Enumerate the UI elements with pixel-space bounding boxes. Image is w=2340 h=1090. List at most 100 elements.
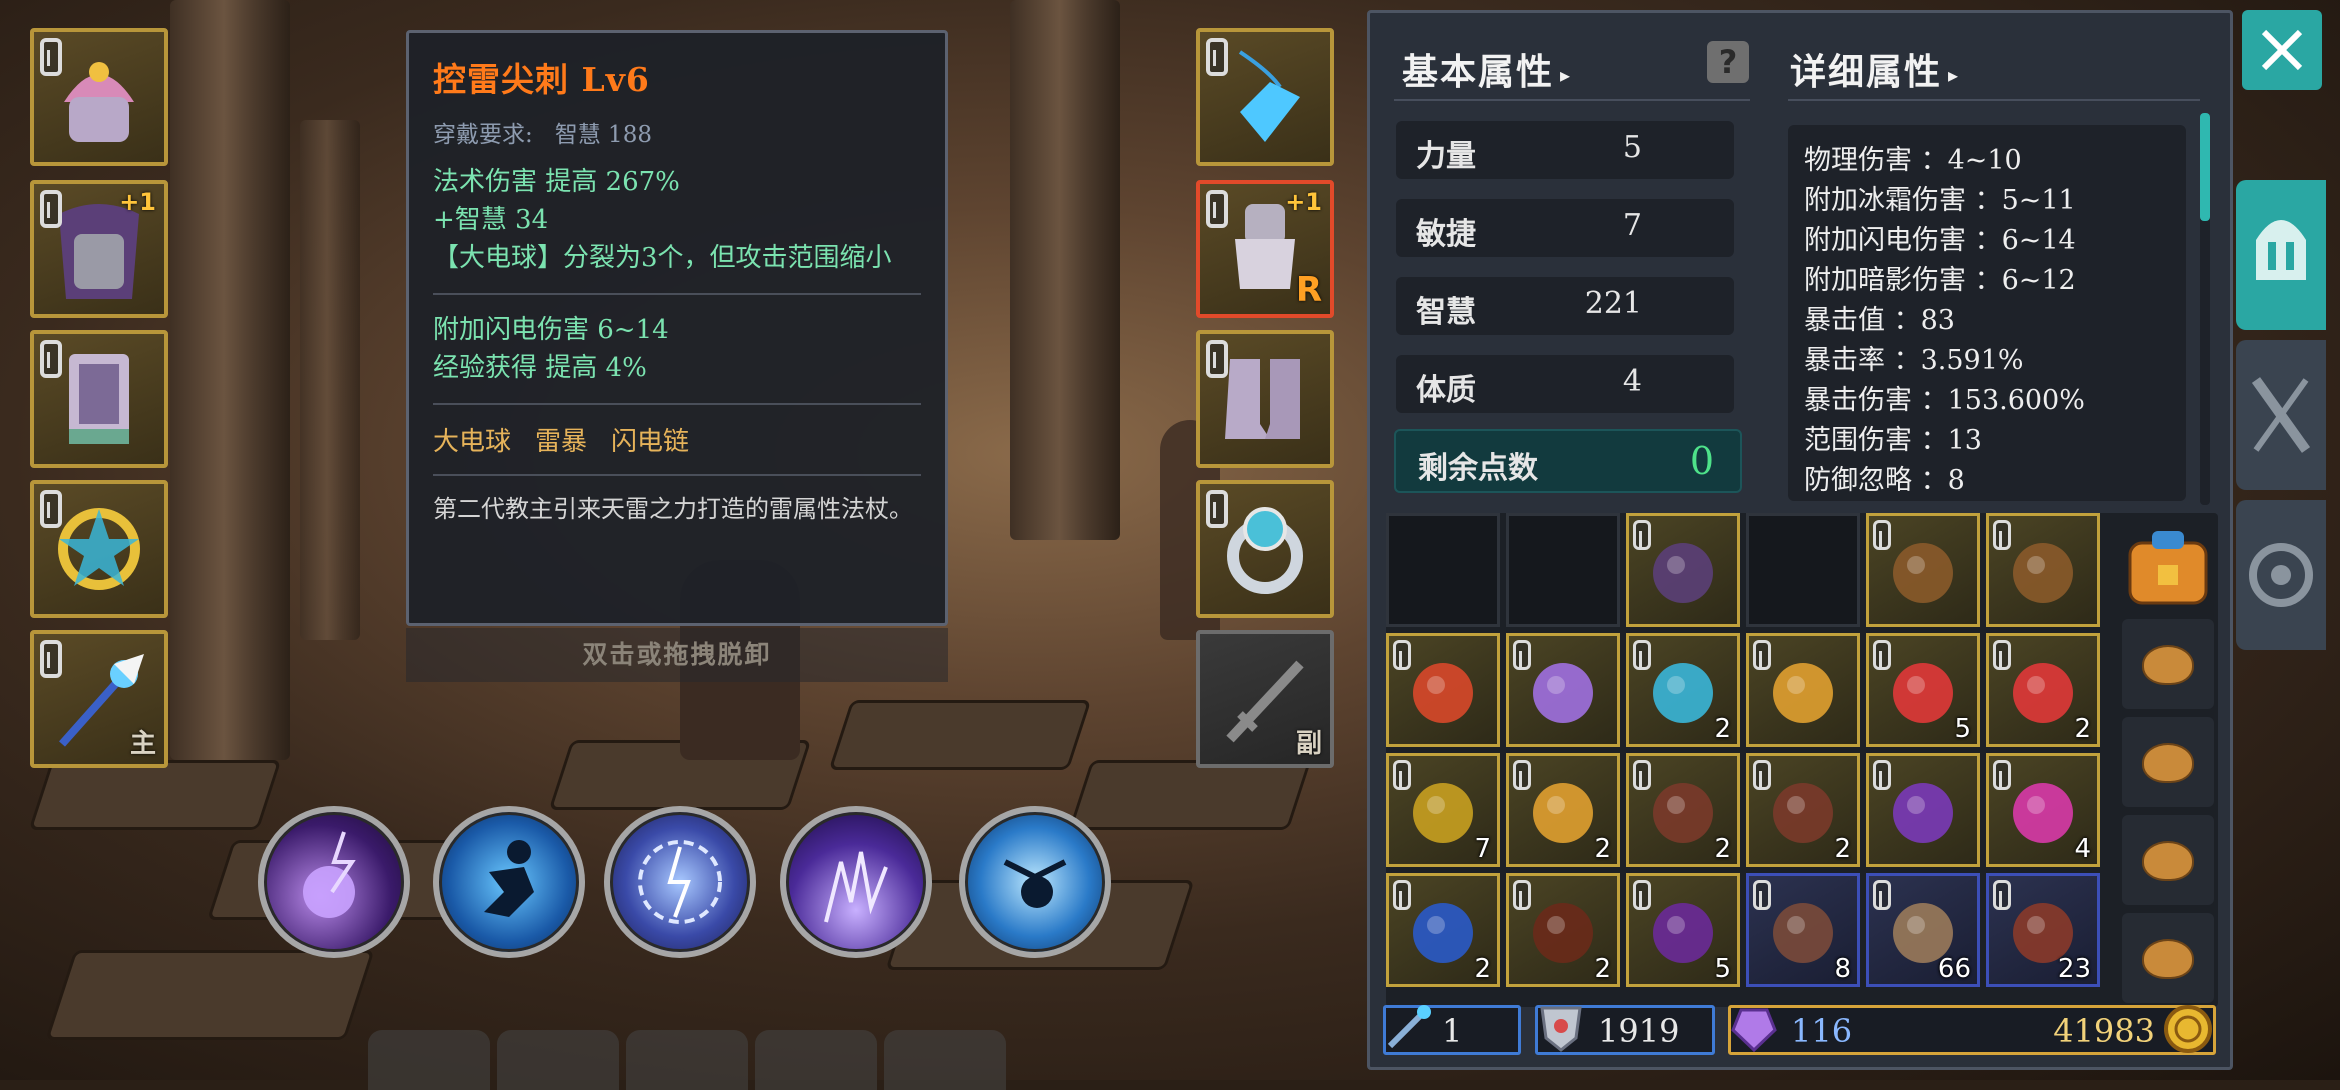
equip-slot-cloak[interactable]: +1 (30, 180, 168, 318)
equip-slot-gloves[interactable]: +1 R (1196, 180, 1334, 318)
lock-icon (1206, 38, 1228, 76)
bag-slot[interactable] (2122, 913, 2214, 1003)
rarity-tag: R (1295, 270, 1322, 310)
item-tooltip: 控雷尖刺 Lv6 穿戴要求: 智慧 188 法术伤害 提高 267% +智慧 34… (406, 30, 948, 626)
item-count: 2 (1714, 714, 1731, 744)
tab-equipment[interactable] (2236, 180, 2326, 330)
equip-slot-ring[interactable] (1196, 480, 1334, 618)
dash-icon (484, 840, 534, 917)
bottom-tab[interactable] (626, 1030, 748, 1090)
inventory-slot[interactable]: 2 (1386, 873, 1500, 987)
skill-lightning-orb[interactable] (258, 806, 410, 958)
detail-line: 防御忽略 ：8 (1804, 465, 1965, 496)
inventory-slot[interactable] (1746, 633, 1860, 747)
lock-icon (1633, 520, 1651, 550)
shield-currency: 1919 (1535, 1005, 1715, 1055)
purple-gem-icon (1533, 663, 1593, 723)
free-points-label: 剩余点数 (1418, 451, 1538, 486)
bottom-tab[interactable] (368, 1030, 490, 1090)
inventory-slot[interactable] (1866, 513, 1980, 627)
skill-chain-lightning[interactable] (780, 806, 932, 958)
tab-basic-attributes[interactable]: 基本属性 ▸ (1402, 43, 1572, 95)
bottom-tab[interactable] (755, 1030, 877, 1090)
wand-count: 1 (1442, 1012, 1463, 1050)
inventory-slot[interactable] (1506, 633, 1620, 747)
gem-gold-currency: 116 41983 (1728, 1005, 2216, 1055)
settings-icon (2249, 543, 2313, 607)
character-panel: 基本属性 ▸ ? 详细属性 ▸ 力量 5 敏捷 7 智慧 221 体质 4 剩余点数… (1367, 10, 2233, 1070)
inventory-slot[interactable] (1866, 753, 1980, 867)
item-stat-line: 【大电球】分裂为3个，但攻击范围缩小 (433, 243, 892, 273)
tab-weapons[interactable] (2236, 340, 2326, 490)
inventory-slot[interactable]: 5 (1626, 873, 1740, 987)
skill-dash[interactable] (433, 806, 585, 958)
equip-slot-off-hand[interactable]: 副 (1196, 630, 1334, 768)
item-skill-list: 大电球 雷暴 闪电链 (433, 421, 921, 458)
bag-slot[interactable] (2122, 815, 2214, 905)
lightning-orb-icon (303, 831, 356, 918)
inventory-slot[interactable]: 2 (1986, 633, 2100, 747)
stat-value: 221 (1584, 286, 1642, 321)
tab-detailed-attributes[interactable]: 详细属性 ▸ (1790, 43, 1960, 95)
chain-lightning-icon (824, 851, 888, 923)
inventory-slot[interactable]: 2 (1626, 753, 1740, 867)
inventory-slot[interactable]: 2 (1506, 873, 1620, 987)
inventory-slot[interactable]: 23 (1986, 873, 2100, 987)
shield-count: 1919 (1598, 1012, 1680, 1050)
tab-settings[interactable] (2236, 500, 2326, 650)
inventory-slot[interactable]: 2 (1506, 753, 1620, 867)
skill-teleport[interactable] (959, 806, 1111, 958)
bottom-tab[interactable] (884, 1030, 1006, 1090)
equip-slot-main-weapon[interactable]: 主 (30, 630, 168, 768)
inventory-slot[interactable]: 2 (1746, 753, 1860, 867)
cloak-icon (1653, 543, 1713, 603)
detail-line: 物理伤害 ：4~10 (1804, 145, 2022, 176)
bottom-tab[interactable] (497, 1030, 619, 1090)
backpack-icon (2128, 531, 2208, 605)
equip-slot-boots[interactable] (1196, 330, 1334, 468)
stat-value: 4 (1622, 364, 1642, 399)
inventory-slot[interactable]: 8 (1746, 873, 1860, 987)
item-count: 2 (1594, 834, 1611, 864)
inventory-slot[interactable]: 5 (1866, 633, 1980, 747)
equip-slot-necklace[interactable] (1196, 28, 1334, 166)
pouch-icon (2142, 939, 2194, 979)
equip-slot-amulet[interactable] (30, 480, 168, 618)
bag-slot[interactable] (2122, 619, 2214, 709)
help-button[interactable]: ? (1707, 41, 1749, 83)
inventory-slot[interactable] (1626, 513, 1740, 627)
inventory-slot[interactable] (1986, 513, 2100, 627)
inventory-slot[interactable]: 66 (1866, 873, 1980, 987)
thunder-storm-icon (638, 840, 722, 924)
lock-icon (40, 340, 62, 378)
item-count: 2 (1834, 834, 1851, 864)
inventory-slot-empty[interactable] (1746, 513, 1860, 627)
inventory-slot[interactable]: 4 (1986, 753, 2100, 867)
detailed-attributes-list[interactable]: 物理伤害 ：4~10 附加冰霜伤害 ：5~11 附加闪电伤害 ：6~14 附加暗… (1788, 125, 2186, 501)
inventory-grid: 2 5 2 7 2 2 2 4 2 2 5 8 66 23 (1386, 513, 2218, 1007)
floor-tile (1068, 760, 1312, 830)
lock-icon (1753, 640, 1771, 670)
divider (433, 293, 921, 295)
inventory-slot[interactable]: 2 (1626, 633, 1740, 747)
lock-icon (1513, 760, 1531, 790)
backpack-button[interactable] (2122, 521, 2214, 611)
detail-line: 暴击率 ：3.591% (1804, 345, 2024, 376)
scrollbar-thumb[interactable] (2200, 113, 2210, 221)
lock-icon (1633, 880, 1651, 910)
inventory-slot[interactable]: 7 (1386, 753, 1500, 867)
lock-icon (1513, 640, 1531, 670)
lock-icon (1993, 640, 2011, 670)
bag-slot[interactable] (2122, 717, 2214, 807)
skill-thunder-storm[interactable] (604, 806, 756, 958)
item-count: 2 (2074, 714, 2091, 744)
inventory-slot-empty[interactable] (1386, 513, 1500, 627)
inventory-slot-empty[interactable] (1506, 513, 1620, 627)
shield-icon (1540, 1006, 1582, 1052)
caret-icon: ▸ (1948, 63, 1961, 87)
equip-slot-head[interactable] (30, 28, 168, 166)
inventory-slot[interactable] (1386, 633, 1500, 747)
detailed-attributes-title: 详细属性 (1790, 51, 1943, 93)
equip-slot-armor[interactable] (30, 330, 168, 468)
close-button[interactable] (2242, 10, 2322, 90)
